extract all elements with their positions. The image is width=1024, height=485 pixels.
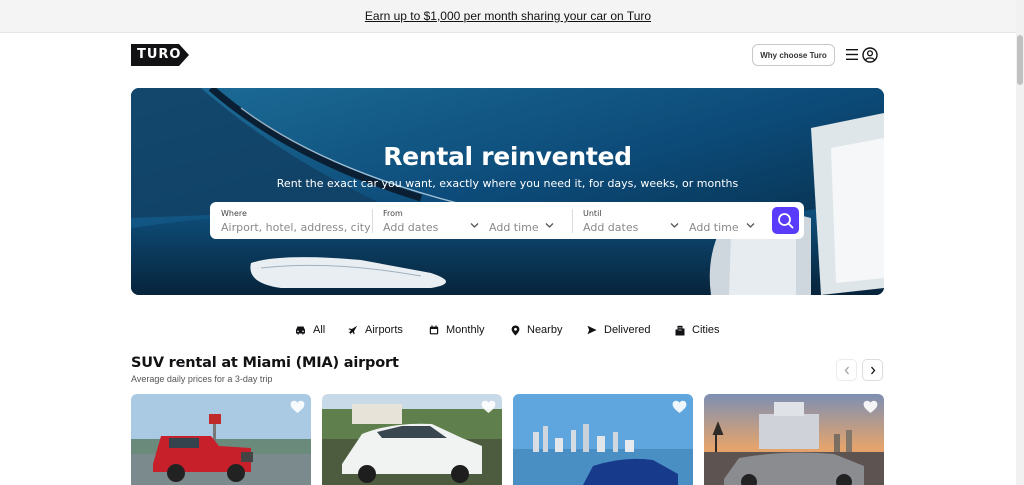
car-card[interactable] (322, 394, 502, 485)
airplane-icon (348, 325, 358, 335)
category-airports[interactable]: Airports (348, 322, 403, 338)
car-photo-suv-sunset-port (704, 394, 884, 485)
hamburger-menu-icon[interactable] (846, 48, 858, 61)
chevron-down-icon (746, 223, 755, 228)
why-choose-turo-button[interactable]: Why choose Turo (752, 44, 835, 66)
page-scrollbar[interactable] (1016, 0, 1024, 485)
carousel-prev-button[interactable] (836, 359, 857, 381)
from-date-select[interactable]: Add dates (383, 221, 438, 234)
search-bar: Where Airport, hotel, address, city From… (210, 202, 804, 239)
car-photo-blue-suv-city (513, 394, 693, 485)
calendar-icon (429, 325, 439, 335)
category-monthly[interactable]: Monthly (429, 322, 485, 338)
section-title: SUV rental at Miami (MIA) airport (131, 355, 399, 371)
car-photo-red-jeep (131, 394, 311, 485)
where-label: Where (221, 209, 247, 218)
buildings-icon (675, 325, 685, 335)
category-tabs: All Airports Monthly Nearby Delivered Ci… (0, 322, 1016, 338)
chevron-down-icon (670, 223, 679, 228)
favorite-heart-icon[interactable] (672, 400, 687, 414)
send-arrow-icon (587, 325, 597, 335)
carousel-next-button[interactable] (862, 359, 883, 381)
car-icon (296, 326, 305, 335)
section-subtitle: Average daily prices for a 3-day trip (131, 374, 273, 384)
until-label: Until (583, 209, 602, 218)
category-delivered[interactable]: Delivered (587, 322, 650, 338)
account-icon[interactable] (862, 47, 878, 63)
scrollbar-thumb[interactable] (1017, 35, 1023, 85)
hero-banner: Rental reinvented Rent the exact car you… (131, 88, 884, 295)
chevron-down-icon (545, 223, 554, 228)
car-card[interactable] (704, 394, 884, 485)
category-label: Airports (365, 324, 403, 336)
where-input[interactable]: Airport, hotel, address, city (221, 221, 371, 234)
car-card[interactable] (513, 394, 693, 485)
logo-text: TURO (137, 47, 182, 62)
category-label: Cities (692, 324, 720, 336)
from-label: From (383, 209, 403, 218)
until-field[interactable]: Until Add dates Add time (573, 202, 768, 239)
hero-car-image (131, 88, 884, 295)
search-icon (778, 213, 794, 229)
chevron-down-icon (470, 223, 479, 228)
until-time-select[interactable]: Add time (689, 221, 739, 234)
promo-link[interactable]: Earn up to $1,000 per month sharing your… (365, 9, 651, 23)
category-label: Nearby (527, 324, 563, 336)
location-pin-icon (511, 325, 520, 335)
promo-banner: Earn up to $1,000 per month sharing your… (0, 0, 1016, 33)
car-photo-white-suv (322, 394, 502, 485)
chevron-left-icon (844, 366, 849, 374)
chevron-right-icon (870, 366, 875, 374)
hero-title: Rental reinvented (383, 142, 632, 171)
where-field[interactable]: Where Airport, hotel, address, city (210, 202, 372, 239)
category-all[interactable]: All (295, 322, 325, 338)
from-time-select[interactable]: Add time (489, 221, 539, 234)
favorite-heart-icon[interactable] (290, 400, 305, 414)
category-label: Monthly (446, 324, 485, 336)
until-date-select[interactable]: Add dates (583, 221, 638, 234)
car-card[interactable] (131, 394, 311, 485)
category-nearby[interactable]: Nearby (511, 322, 562, 338)
category-label: Delivered (604, 324, 651, 336)
search-button[interactable] (772, 207, 799, 234)
favorite-heart-icon[interactable] (481, 400, 496, 414)
favorite-heart-icon[interactable] (863, 400, 878, 414)
from-field[interactable]: From Add dates Add time (373, 202, 572, 239)
category-cities[interactable]: Cities (675, 322, 720, 338)
category-label: All (313, 324, 326, 336)
hero-subtitle: Rent the exact car you want, exactly whe… (276, 177, 739, 190)
